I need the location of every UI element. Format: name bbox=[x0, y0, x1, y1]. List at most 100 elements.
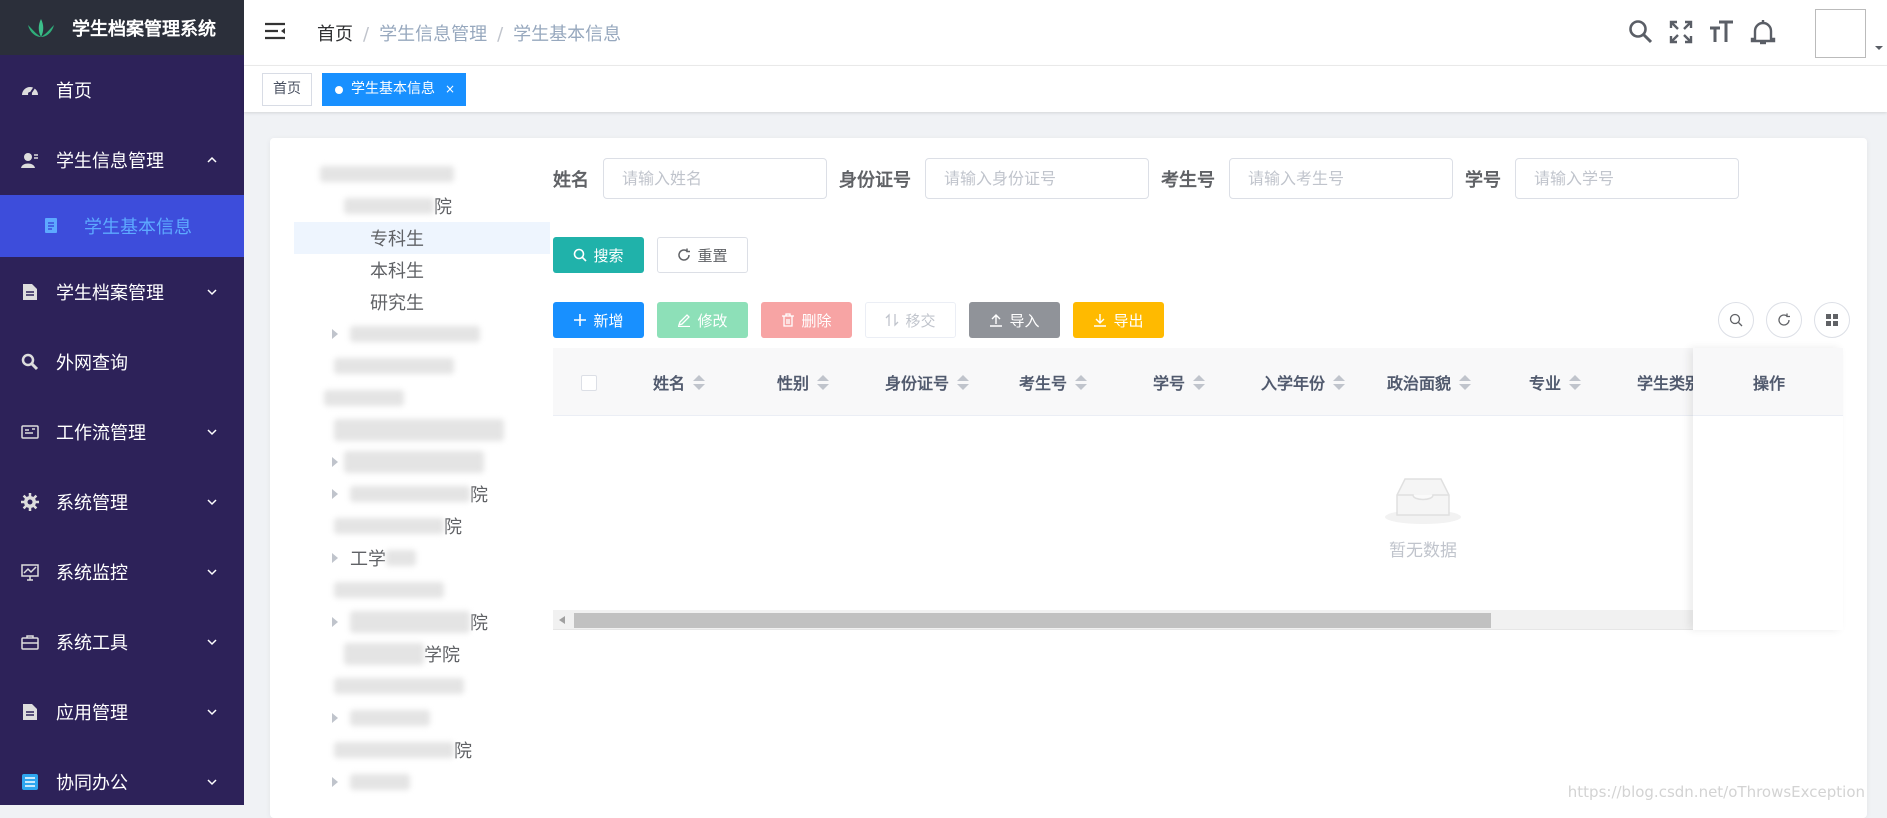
scroll-left-icon[interactable] bbox=[559, 616, 565, 624]
hamburger-icon[interactable] bbox=[264, 21, 286, 41]
column-header-name[interactable]: 姓名 bbox=[653, 348, 705, 416]
add-button[interactable]: 新增 bbox=[553, 302, 644, 338]
tree-node[interactable]: 学院 bbox=[294, 638, 550, 670]
tree-node[interactable] bbox=[294, 766, 550, 798]
download-icon bbox=[1093, 313, 1107, 327]
tree-node[interactable] bbox=[294, 382, 550, 414]
edit-button[interactable]: 修改 bbox=[657, 302, 748, 338]
sidebar-item-system-monitor[interactable]: 系统监控 bbox=[0, 537, 244, 607]
fixed-action-column: 操作 bbox=[1693, 348, 1843, 630]
tree-node[interactable]: 院 bbox=[294, 190, 550, 222]
name-input[interactable] bbox=[603, 158, 827, 199]
column-label: 学号 bbox=[1153, 370, 1185, 394]
bell-icon[interactable] bbox=[1749, 18, 1777, 46]
search-form: 姓名 身份证号 考生号 学号 bbox=[553, 158, 1751, 199]
font-size-icon[interactable] bbox=[1707, 18, 1735, 46]
fullscreen-icon[interactable] bbox=[1667, 18, 1695, 46]
column-label: 入学年份 bbox=[1261, 370, 1325, 394]
sidebar-item-collab-office[interactable]: 协同办公 bbox=[0, 747, 244, 817]
tree-node[interactable]: 院 bbox=[294, 606, 550, 638]
sort-icon[interactable] bbox=[1075, 375, 1087, 390]
sidebar-item-workflow[interactable]: 工作流管理 bbox=[0, 397, 244, 467]
delete-button[interactable]: 删除 bbox=[761, 302, 852, 338]
sort-icon[interactable] bbox=[1569, 375, 1581, 390]
sidebar-item-system-tools[interactable]: 系统工具 bbox=[0, 607, 244, 677]
transfer-button[interactable]: 移交 bbox=[865, 302, 956, 338]
refresh-icon bbox=[1777, 313, 1791, 327]
empty-state: 暂无数据 bbox=[1383, 473, 1463, 561]
toggle-search-button[interactable] bbox=[1718, 302, 1754, 338]
scrollbar-thumb[interactable] bbox=[574, 613, 1491, 628]
tree-node[interactable] bbox=[294, 318, 550, 350]
sidebar-item-student-info[interactable]: 学生信息管理 bbox=[0, 125, 244, 195]
tree-node[interactable] bbox=[294, 670, 550, 702]
import-button[interactable]: 导入 bbox=[969, 302, 1060, 338]
search-icon[interactable] bbox=[1627, 18, 1655, 46]
idcard-input[interactable] bbox=[925, 158, 1149, 199]
sidebar-item-external-query[interactable]: 外网查询 bbox=[0, 327, 244, 397]
chevron-down-icon bbox=[206, 776, 218, 788]
tree-node[interactable] bbox=[294, 414, 550, 446]
button-label: 导出 bbox=[1113, 310, 1143, 331]
tree-node-label: 院 bbox=[434, 193, 452, 219]
caret-down-icon[interactable] bbox=[1875, 44, 1883, 52]
select-all-checkbox[interactable] bbox=[581, 375, 597, 391]
watermark: https://blog.csdn.net/oThrowsException bbox=[1568, 783, 1865, 801]
close-icon[interactable]: × bbox=[445, 82, 455, 96]
tree-node[interactable] bbox=[294, 446, 550, 478]
button-label: 新增 bbox=[593, 310, 623, 331]
tree-node-junior-college[interactable]: 专科生 bbox=[294, 222, 550, 254]
column-header-politics[interactable]: 政治面貌 bbox=[1387, 348, 1471, 416]
tree-node[interactable]: 院 bbox=[294, 510, 550, 542]
sort-icon[interactable] bbox=[693, 375, 705, 390]
sort-icon[interactable] bbox=[1193, 375, 1205, 390]
column-header-major[interactable]: 专业 bbox=[1529, 348, 1581, 416]
tree-node-label: 院 bbox=[470, 481, 488, 507]
tree-node[interactable] bbox=[294, 702, 550, 734]
tree-node[interactable] bbox=[294, 158, 550, 190]
tree-node[interactable]: 院 bbox=[294, 734, 550, 766]
column-header-student-no[interactable]: 学号 bbox=[1153, 348, 1205, 416]
column-header-enroll-year[interactable]: 入学年份 bbox=[1261, 348, 1345, 416]
sort-icon[interactable] bbox=[957, 375, 969, 390]
tree-node[interactable]: 工学 bbox=[294, 542, 550, 574]
avatar[interactable] bbox=[1815, 9, 1866, 58]
sort-icon[interactable] bbox=[1333, 375, 1345, 390]
sidebar-item-app-manage[interactable]: 应用管理 bbox=[0, 677, 244, 747]
reset-button[interactable]: 重置 bbox=[657, 237, 748, 273]
idcard-label: 身份证号 bbox=[839, 166, 911, 192]
sort-icon[interactable] bbox=[1459, 375, 1471, 390]
tree-node[interactable] bbox=[294, 574, 550, 606]
tag-home[interactable]: 首页 bbox=[262, 73, 312, 106]
columns-button[interactable] bbox=[1814, 302, 1850, 338]
horizontal-scrollbar[interactable] bbox=[553, 610, 1843, 630]
tag-label: 学生基本信息 bbox=[351, 81, 435, 97]
refresh-button[interactable] bbox=[1766, 302, 1802, 338]
sidebar-item-student-archive[interactable]: 学生档案管理 bbox=[0, 257, 244, 327]
tag-label: 首页 bbox=[273, 81, 301, 97]
column-header-student-type[interactable]: 学生类别 bbox=[1637, 348, 1701, 416]
breadcrumb-current: 学生基本信息 bbox=[513, 24, 621, 45]
app-logo[interactable]: 学生档案管理系统 bbox=[0, 0, 244, 55]
tree-node[interactable] bbox=[294, 350, 550, 382]
sort-icon[interactable] bbox=[817, 375, 829, 390]
sidebar-item-home[interactable]: 首页 bbox=[0, 55, 244, 125]
exam-no-input[interactable] bbox=[1229, 158, 1453, 199]
student-no-input[interactable] bbox=[1515, 158, 1739, 199]
breadcrumb-student-info[interactable]: 学生信息管理 bbox=[379, 24, 487, 45]
sidebar-item-student-basic-info[interactable]: 学生基本信息 bbox=[0, 195, 244, 257]
tree-node-undergraduate[interactable]: 本科生 bbox=[294, 254, 550, 286]
tree-node-graduate[interactable]: 研究生 bbox=[294, 286, 550, 318]
tree-node[interactable]: 院 bbox=[294, 478, 550, 510]
sidebar-item-label: 工作流管理 bbox=[56, 419, 146, 445]
search-button[interactable]: 搜索 bbox=[553, 237, 644, 273]
column-header-idcard[interactable]: 身份证号 bbox=[885, 348, 969, 416]
column-header-exam-no[interactable]: 考生号 bbox=[1019, 348, 1087, 416]
breadcrumb-home[interactable]: 首页 bbox=[317, 24, 353, 45]
lotus-logo-icon bbox=[24, 17, 58, 39]
tag-student-basic-info[interactable]: 学生基本信息 × bbox=[322, 73, 466, 106]
column-header-gender[interactable]: 性别 bbox=[777, 348, 829, 416]
sidebar-item-system-manage[interactable]: 系统管理 bbox=[0, 467, 244, 537]
export-button[interactable]: 导出 bbox=[1073, 302, 1164, 338]
column-label: 身份证号 bbox=[885, 370, 949, 394]
